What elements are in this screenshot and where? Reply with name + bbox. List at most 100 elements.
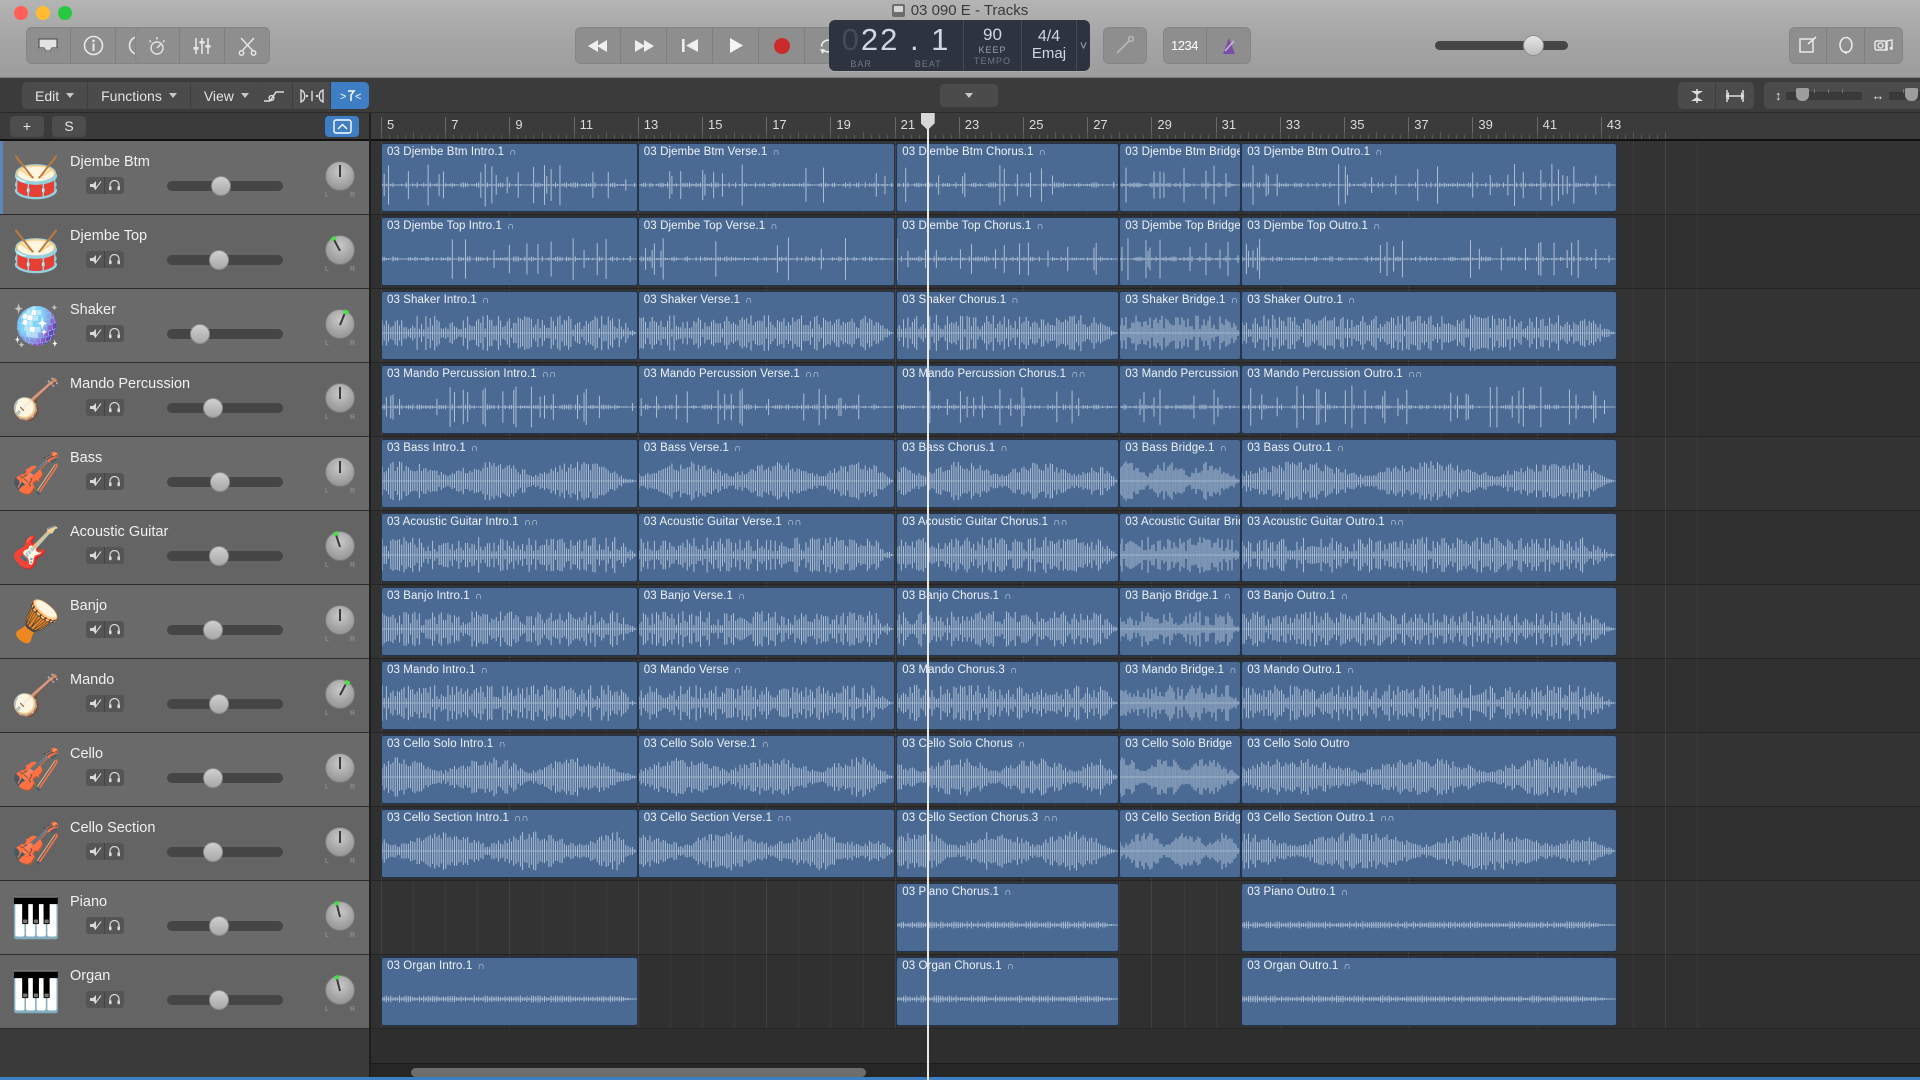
bar-ruler[interactable]: 5 7 9 11 13 15 17 19 21 23 25 27 29 31 33 35 37 39 41 43 (371, 113, 1920, 141)
audio-region[interactable]: 03 Shaker Chorus.1 ∩ (896, 291, 1120, 360)
audio-region[interactable]: 03 Acoustic Guitar Intro.1 ∩∩ (381, 513, 638, 582)
solo-button[interactable] (105, 473, 124, 490)
audio-region[interactable]: 03 Mando Percussion Bridg (1119, 365, 1242, 434)
audio-region[interactable]: 03 Cello Section Intro.1 ∩∩ (381, 809, 638, 878)
pan-knob[interactable]: LR (325, 900, 355, 939)
smart-controls-icon[interactable] (135, 27, 180, 64)
audio-region[interactable]: 03 Djembe Top Intro.1 ∩ (381, 217, 638, 286)
pan-knob[interactable]: LR (325, 530, 355, 569)
track-name[interactable]: Shaker (70, 302, 116, 318)
track-lane[interactable]: 03 Cello Solo Intro.1 ∩ 03 Cello Solo Vers… (371, 733, 1920, 807)
functions-menu[interactable]: Functions (88, 82, 191, 109)
track-header[interactable]: 🎻 Cello L R (0, 733, 369, 807)
vertical-zoom-slider[interactable] (1785, 87, 1862, 101)
forward-button[interactable] (621, 27, 667, 64)
volume-slider[interactable] (167, 619, 283, 640)
volume-slider[interactable] (167, 323, 283, 344)
track-name[interactable]: Mando (70, 672, 114, 688)
audio-region[interactable]: 03 Djembe Btm Bridge.1 (1119, 143, 1242, 212)
audio-region[interactable]: 03 Acoustic Guitar Chorus.1 ∩∩ (896, 513, 1120, 582)
volume-thumb[interactable] (190, 323, 211, 344)
pan-knob[interactable]: LR (325, 974, 355, 1013)
audio-region[interactable]: 03 Mando Percussion Verse.1 ∩∩ (637, 365, 895, 434)
audio-region[interactable]: 03 Cello Section Chorus.3 ∩∩ (896, 809, 1120, 878)
view-menu[interactable]: View (191, 82, 262, 109)
pan-knob[interactable]: LR (325, 382, 355, 421)
play-button[interactable] (713, 27, 759, 64)
audio-region[interactable]: 03 Cello Solo Chorus ∩ (896, 735, 1120, 804)
volume-slider[interactable] (167, 175, 283, 196)
lcd-chevron-icon[interactable]: ˅ (1077, 20, 1090, 71)
audio-region[interactable]: 03 Shaker Bridge.1 ∩ (1119, 291, 1242, 360)
track-header[interactable]: 🪘 Banjo L R (0, 585, 369, 659)
audio-region[interactable]: 03 Acoustic Guitar Verse.1 ∩∩ (637, 513, 895, 582)
solo-button[interactable] (105, 991, 124, 1008)
volume-slider[interactable] (167, 693, 283, 714)
track-name[interactable]: Djembe Top (70, 228, 147, 244)
audio-region[interactable]: 03 Banjo Verse.1 ∩ (637, 587, 895, 656)
track-lane[interactable]: 03 Organ Intro.1 ∩ 03 Organ Chorus.1 ∩ 03 Or… (371, 955, 1920, 1029)
volume-slider[interactable] (167, 841, 283, 862)
audio-region[interactable]: 03 Shaker Verse.1 ∩ (637, 291, 895, 360)
pan-knob[interactable]: LR (325, 826, 355, 865)
pan-knob[interactable]: LR (325, 752, 355, 791)
edit-menu[interactable]: Edit (22, 82, 89, 109)
solo-button[interactable] (105, 547, 124, 564)
mute-button[interactable] (86, 472, 105, 490)
audio-region[interactable]: 03 Djembe Btm Outro.1 ∩ (1241, 143, 1617, 212)
mute-button[interactable] (86, 990, 105, 1008)
metronome-icon[interactable] (1207, 27, 1251, 64)
track-header[interactable]: 🎻 Bass L R (0, 437, 369, 511)
master-volume-knob[interactable] (1523, 35, 1544, 56)
pan-knob[interactable]: LR (325, 234, 355, 273)
solo-button[interactable] (105, 177, 124, 194)
master-volume-slider[interactable] (1435, 35, 1568, 56)
audio-region[interactable]: 03 Bass Chorus.1 ∩ (896, 439, 1120, 508)
go-to-beginning-button[interactable] (667, 27, 713, 64)
pan-knob[interactable]: LR (325, 604, 355, 643)
hide-tracks-button[interactable] (325, 115, 359, 137)
audio-region[interactable]: 03 Piano Outro.1 ∩ (1241, 883, 1617, 952)
solo-button[interactable] (105, 251, 124, 268)
audio-region[interactable]: 03 Bass Bridge.1 ∩ (1119, 439, 1242, 508)
track-header[interactable]: 🪩 Shaker L R (0, 289, 369, 363)
volume-slider[interactable] (167, 989, 283, 1010)
audio-region[interactable]: 03 Banjo Outro.1 ∩ (1241, 587, 1617, 656)
track-lane[interactable]: 03 Bass Intro.1 ∩ 03 Bass Verse.1 ∩ 03 Bass … (371, 437, 1920, 511)
audio-region[interactable]: 03 Organ Outro.1 ∩ (1241, 957, 1617, 1026)
volume-thumb[interactable] (209, 545, 230, 566)
mute-button[interactable] (86, 176, 105, 194)
track-lane[interactable]: 03 Shaker Intro.1 ∩ 03 Shaker Verse.1 ∩ 03 S… (371, 289, 1920, 363)
audio-region[interactable]: 03 Banjo Chorus.1 ∩ (896, 587, 1120, 656)
audio-region[interactable]: 03 Djembe Top Bridge.1 (1119, 217, 1242, 286)
audio-region[interactable]: 03 Acoustic Guitar Outro.1 ∩∩ (1241, 513, 1617, 582)
track-name[interactable]: Piano (70, 894, 107, 910)
lcd-position[interactable]: 022 . 1 BAR BEAT (829, 20, 964, 71)
volume-thumb[interactable] (211, 175, 232, 196)
catch-playhead-icon[interactable] (1678, 82, 1716, 109)
solo-button[interactable] (105, 769, 124, 786)
mute-button[interactable] (86, 324, 105, 342)
track-name[interactable]: Mando Percussion (70, 376, 190, 392)
mute-button[interactable] (86, 620, 105, 638)
rewind-button[interactable] (575, 27, 621, 64)
solo-button[interactable] (105, 621, 124, 638)
audio-region[interactable]: 03 Mando Bridge.1 ∩ (1119, 661, 1242, 730)
mute-button[interactable] (86, 398, 105, 416)
track-lane[interactable]: 03 Djembe Btm Intro.1 ∩ 03 Djembe Btm Vers… (371, 141, 1920, 215)
volume-thumb[interactable] (203, 841, 224, 862)
save-icon[interactable] (26, 27, 71, 64)
mute-button[interactable] (86, 694, 105, 712)
flex-icon[interactable] (293, 82, 331, 109)
audio-region[interactable]: 03 Bass Intro.1 ∩ (381, 439, 638, 508)
track-name[interactable]: Cello (70, 746, 103, 762)
audio-region[interactable]: 03 Cello Solo Intro.1 ∩ (381, 735, 638, 804)
mute-button[interactable] (86, 768, 105, 786)
audio-region[interactable]: 03 Mando Verse ∩ (637, 661, 895, 730)
volume-slider[interactable] (167, 397, 283, 418)
pan-knob[interactable]: LR (325, 160, 355, 199)
solo-button[interactable] (105, 917, 124, 934)
lcd-signature[interactable]: 4/4 Emaj (1022, 20, 1077, 71)
media-browser-icon[interactable] (1865, 27, 1903, 64)
track-header[interactable]: 🎹 Organ L R (0, 955, 369, 1029)
